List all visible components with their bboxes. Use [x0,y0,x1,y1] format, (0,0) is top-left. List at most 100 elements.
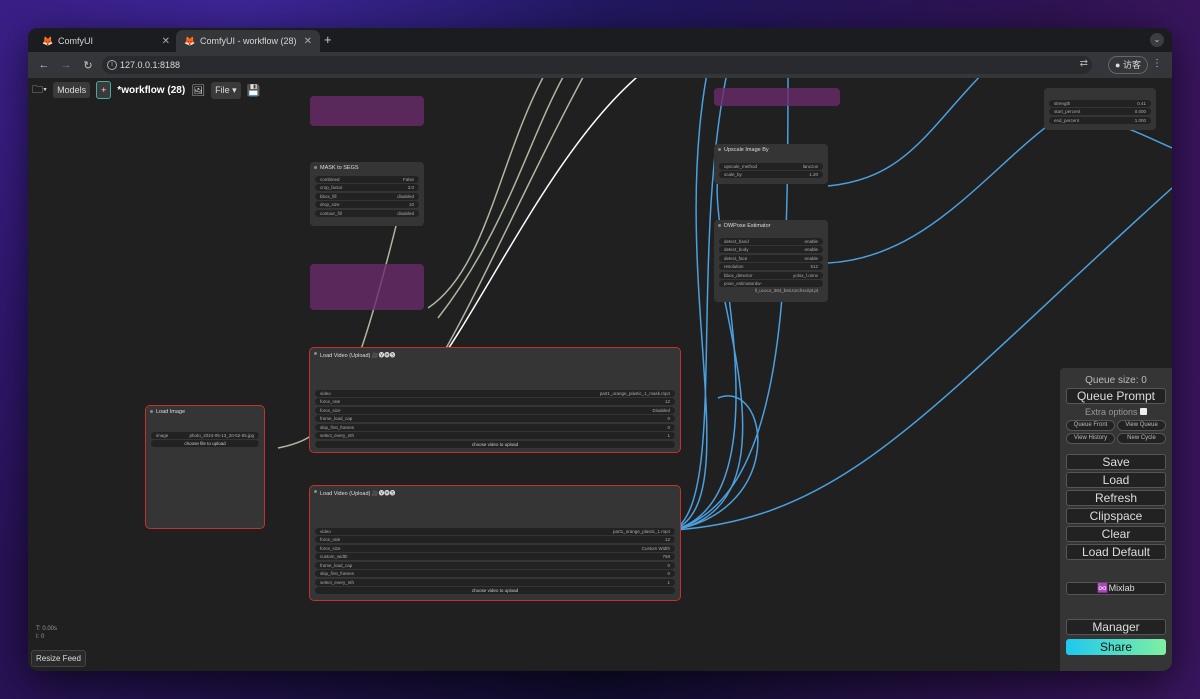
image-icon[interactable]: 🖼 [191,84,205,97]
menu-icon[interactable]: ⋮ [1152,58,1162,69]
url-text: 127.0.0.1:8188 [120,60,181,70]
widget-frame-load-cap[interactable]: frame_load_cap 0 [315,415,675,422]
widget-name: frame_load_cap [320,562,353,568]
widget-detect-body[interactable]: detect_body enable [719,246,823,253]
widget-value: dw-ll_ucoco_384_bs5.torchscript.pt [754,281,819,293]
widget-name: end_percent [1054,117,1080,123]
widget-select-every-nth[interactable]: select_every_nth 1 [315,432,675,439]
extra-options-checkbox[interactable] [1140,408,1148,415]
widget-value: False [402,176,414,182]
widget-value: 0 [667,571,670,576]
load-video-node-2[interactable]: Load Video (Upload) 🎥🅥🅗🅢 video part1_oran… [309,485,681,601]
widget-start-percent[interactable]: start_percent 0.000 [1049,108,1151,115]
add-workflow-button[interactable]: + [96,81,112,99]
mixlab-button[interactable]: ♾️Mixlab [1066,582,1166,595]
widget-custom-width[interactable]: custom_width 768 [315,553,675,560]
refresh-button[interactable]: Refresh [1066,490,1166,506]
load-image-node[interactable]: Load Image image photo_2024-05-13_20-52-5… [145,405,265,529]
comfy-toolbar: 🗀▾ Models + *workflow (28) 🖼 File ▾ 💾 [28,78,260,102]
load-default-button[interactable]: Load Default [1066,544,1166,560]
load-button[interactable]: Load [1066,472,1166,488]
bypassed-node[interactable] [310,96,424,126]
widget-detect-hand[interactable]: detect_hand enable [719,237,823,245]
node-title: MASK to SEGS [310,162,424,174]
url-field[interactable]: i 127.0.0.1:8188 [102,56,1092,74]
queue-size: Queue size: 0 [1085,375,1147,386]
models-button[interactable]: Models [53,82,91,98]
stat-index: I: 0 [36,634,45,640]
widget-strength[interactable]: strength 0.41 [1049,99,1151,107]
widget-force-rate[interactable]: force_rate 12 [315,398,675,405]
widget-crop-factor[interactable]: crop_factor 3.0 [315,184,419,191]
widget-video[interactable]: video part1_orange_plastic_1.mp4 [315,527,675,535]
widget-pose-estimator[interactable]: pose_estimator dw-ll_ucoco_384_bs5.torchs… [719,280,823,293]
widget-force-size[interactable]: force_size Custom Width [315,544,675,552]
clear-button[interactable]: Clear [1066,526,1166,542]
widget-name: detect_hand [724,238,749,244]
upload-video-button[interactable]: choose video to upload [315,587,675,594]
widget-name: resolution [724,264,744,269]
widget-skip-first-frames[interactable]: skip_first_frames 0 [315,423,675,431]
widget-detect-face[interactable]: detect_face enable [719,254,823,262]
load-video-node-1[interactable]: Load Video (Upload) 🎥🅥🅗🅢 video part1_oran… [309,347,681,453]
save-icon[interactable]: 💾 [247,84,261,97]
queue-front-button[interactable]: Queue Front [1066,420,1115,431]
widget-name: force_rate [320,537,341,542]
new-tab-button[interactable]: + [324,32,332,47]
widget-skip-first-frames[interactable]: skip_first_frames 0 [315,570,675,577]
manager-button[interactable]: Manager [1066,619,1166,635]
widget-name: combined [320,176,340,182]
tab-search-button[interactable]: ⌄ [1150,33,1164,47]
bypassed-node[interactable] [714,88,840,106]
widget-force-size[interactable]: force_size Disabled [315,406,675,414]
upscale-image-by-node[interactable]: Upscale Image By upscale_method lanczos sc… [714,144,828,184]
new-cycle-button[interactable]: New Cycle [1117,433,1166,444]
widget-upscale-method[interactable]: upscale_method lanczos [719,162,823,170]
widget-value: 12 [664,399,670,404]
widget-force-rate[interactable]: force_rate 12 [315,536,675,543]
widget-resolution[interactable]: resolution 512 [719,263,823,270]
save-button[interactable]: Save [1066,454,1166,470]
widget-bbox-detector[interactable]: bbox_detector yolox_l.onnx [719,271,823,279]
view-history-button[interactable]: View History [1066,433,1115,444]
widget-end-percent[interactable]: end_percent 1.000 [1049,116,1151,124]
node-title: Load Image [146,406,264,418]
widget-value: 12 [664,537,670,542]
widget-frame-load-cap[interactable]: frame_load_cap 0 [315,561,675,569]
mask-to-segs-node[interactable]: MASK to SEGS combined False crop_factor 3.0… [310,162,424,226]
extra-options-label[interactable]: Extra options [1060,407,1172,417]
widget-name: video [320,390,331,396]
reload-icon[interactable]: ↻ [82,59,94,72]
widget-drop-size[interactable]: drop_size 10 [315,201,419,208]
site-info-icon[interactable]: i [107,60,117,70]
queue-prompt-button[interactable]: Queue Prompt [1066,388,1166,404]
widget-select-every-nth[interactable]: select_every_nth 1 [315,578,675,586]
widget-image[interactable]: image photo_2024-05-13_20-52-55.jpg [151,431,259,439]
view-queue-button[interactable]: View Queue [1117,420,1166,431]
widget-name: contour_fill [320,210,342,216]
clipspace-button[interactable]: Clipspace [1066,508,1166,524]
tab-comfyui[interactable]: 🦊 ComfyUI ✕ [34,30,178,52]
upload-video-button[interactable]: choose video to upload [315,440,675,448]
folder-icon[interactable]: 🗀▾ [32,81,47,100]
upload-image-button[interactable]: choose file to upload [151,440,259,447]
resize-feed-button[interactable]: Resize Feed [31,650,86,667]
widget-bbox-fill[interactable]: bbox_fill disabled [315,192,419,200]
bypassed-node[interactable] [310,264,424,310]
widget-video[interactable]: video part1_orange_plastic_1_mask.mp4 [315,389,675,397]
file-menu-button[interactable]: File ▾ [211,81,241,99]
dwpose-estimator-node[interactable]: DWPose Estimator detect_hand enable detect… [714,220,828,302]
forward-icon[interactable]: → [60,59,72,71]
close-icon[interactable]: ✕ [162,36,170,47]
profile-button[interactable]: ● 访客 [1108,56,1148,74]
back-icon[interactable]: ← [38,59,50,71]
share-button[interactable]: Share [1066,639,1166,655]
widget-combined[interactable]: combined False [315,175,419,183]
controlnet-node[interactable]: strength 0.41 start_percent 0.000 end_perc… [1044,88,1156,130]
translate-icon[interactable]: ⇄ [1080,58,1088,69]
close-icon[interactable]: ✕ [304,36,312,47]
widget-contour-fill[interactable]: contour_fill disabled [315,209,419,217]
widget-scale-by[interactable]: scale_by 1.20 [719,171,823,178]
widget-value: 1 [667,433,670,438]
tab-workflow[interactable]: 🦊 ComfyUI - workflow (28) ✕ [176,30,320,52]
